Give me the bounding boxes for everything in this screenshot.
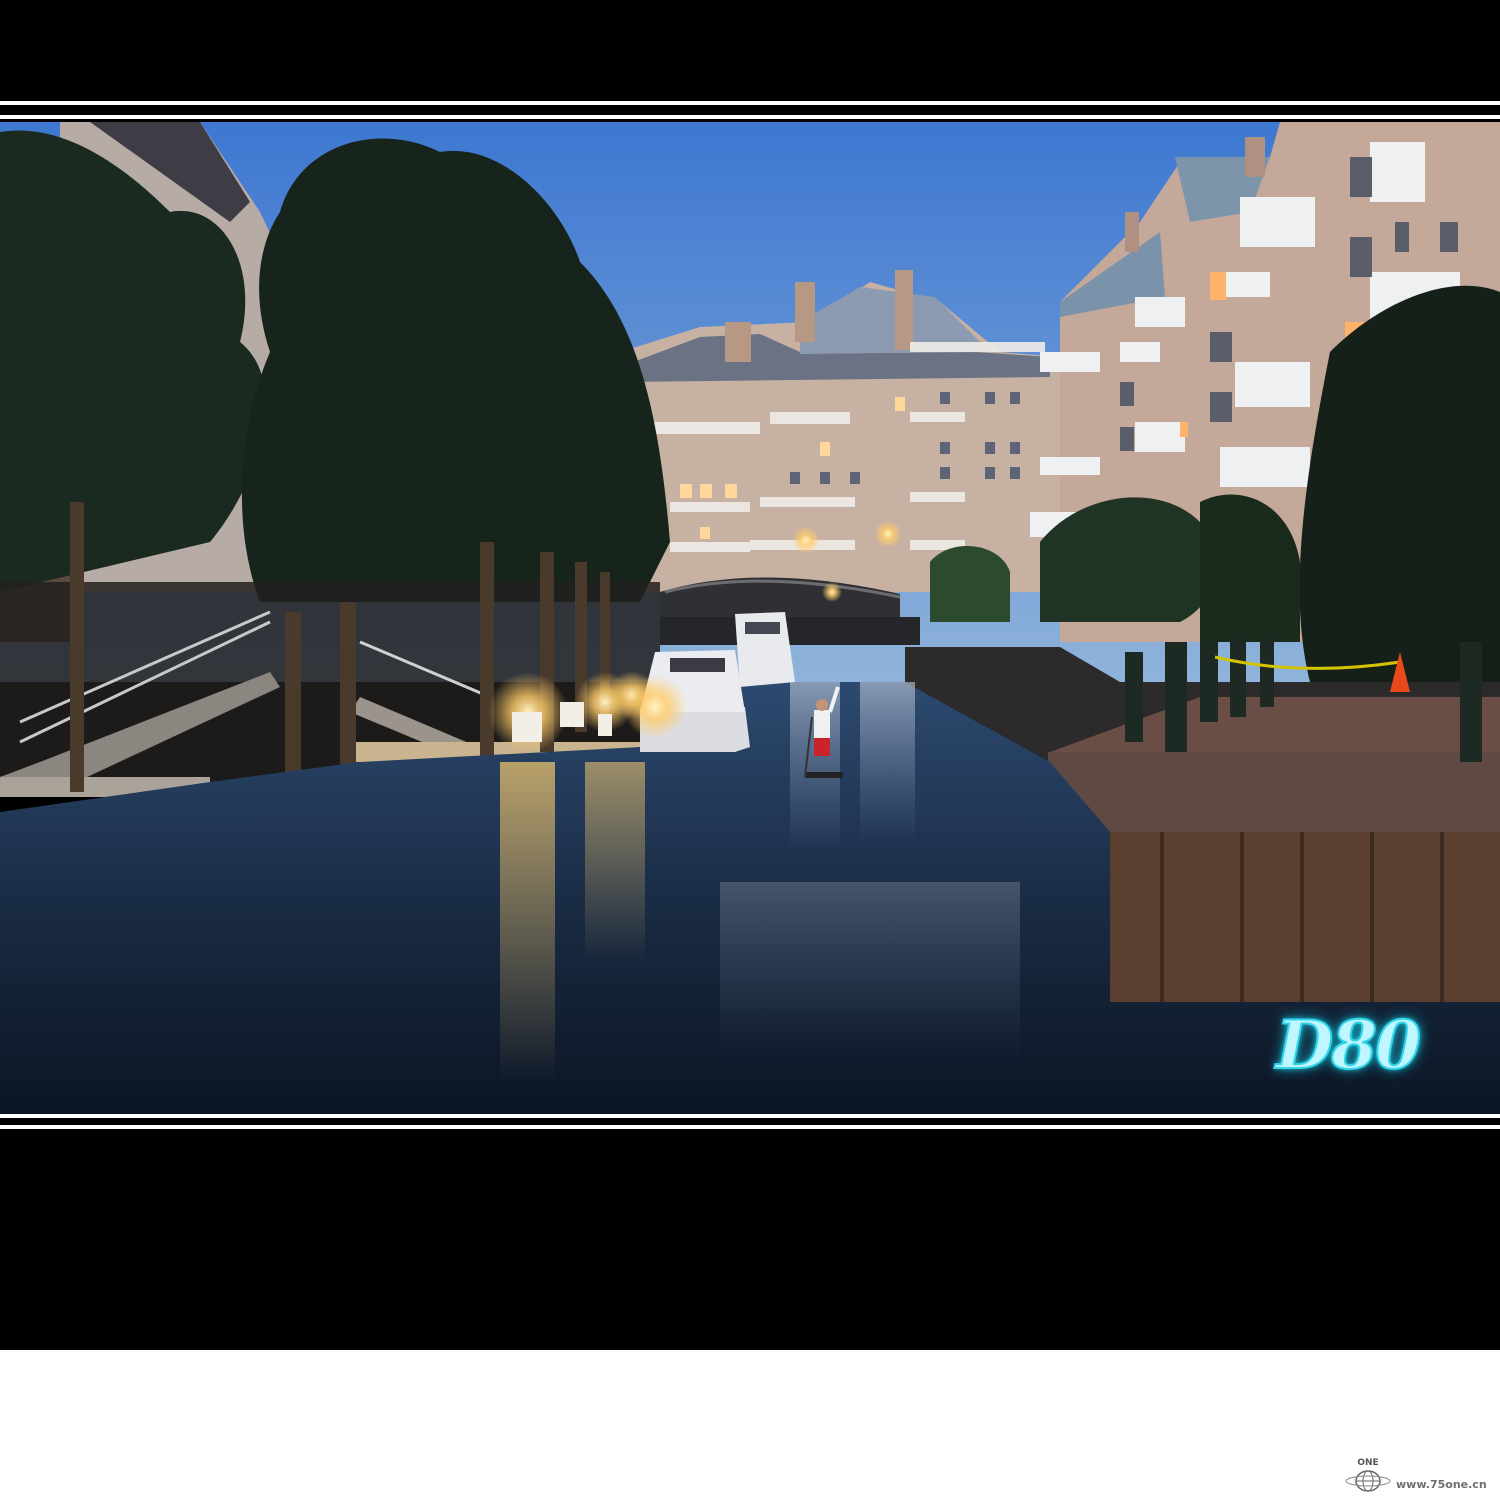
canal-photo	[0, 122, 1500, 1114]
canal-scene	[0, 122, 1500, 1114]
frame-top-rule-inner	[0, 115, 1500, 119]
frame-bottom-rule-outer	[0, 1125, 1500, 1129]
frame-bottom-rule-inner	[0, 1114, 1500, 1118]
frame-top-rule-outer	[0, 101, 1500, 105]
site-badge: ONE www.75one.cn	[1338, 1456, 1498, 1496]
site-url: www.75one.cn	[1396, 1478, 1487, 1491]
site-logo-text: ONE	[1357, 1458, 1378, 1468]
globe-logo-icon: ONE	[1345, 1458, 1391, 1492]
d80-watermark: D80	[1275, 1005, 1422, 1085]
